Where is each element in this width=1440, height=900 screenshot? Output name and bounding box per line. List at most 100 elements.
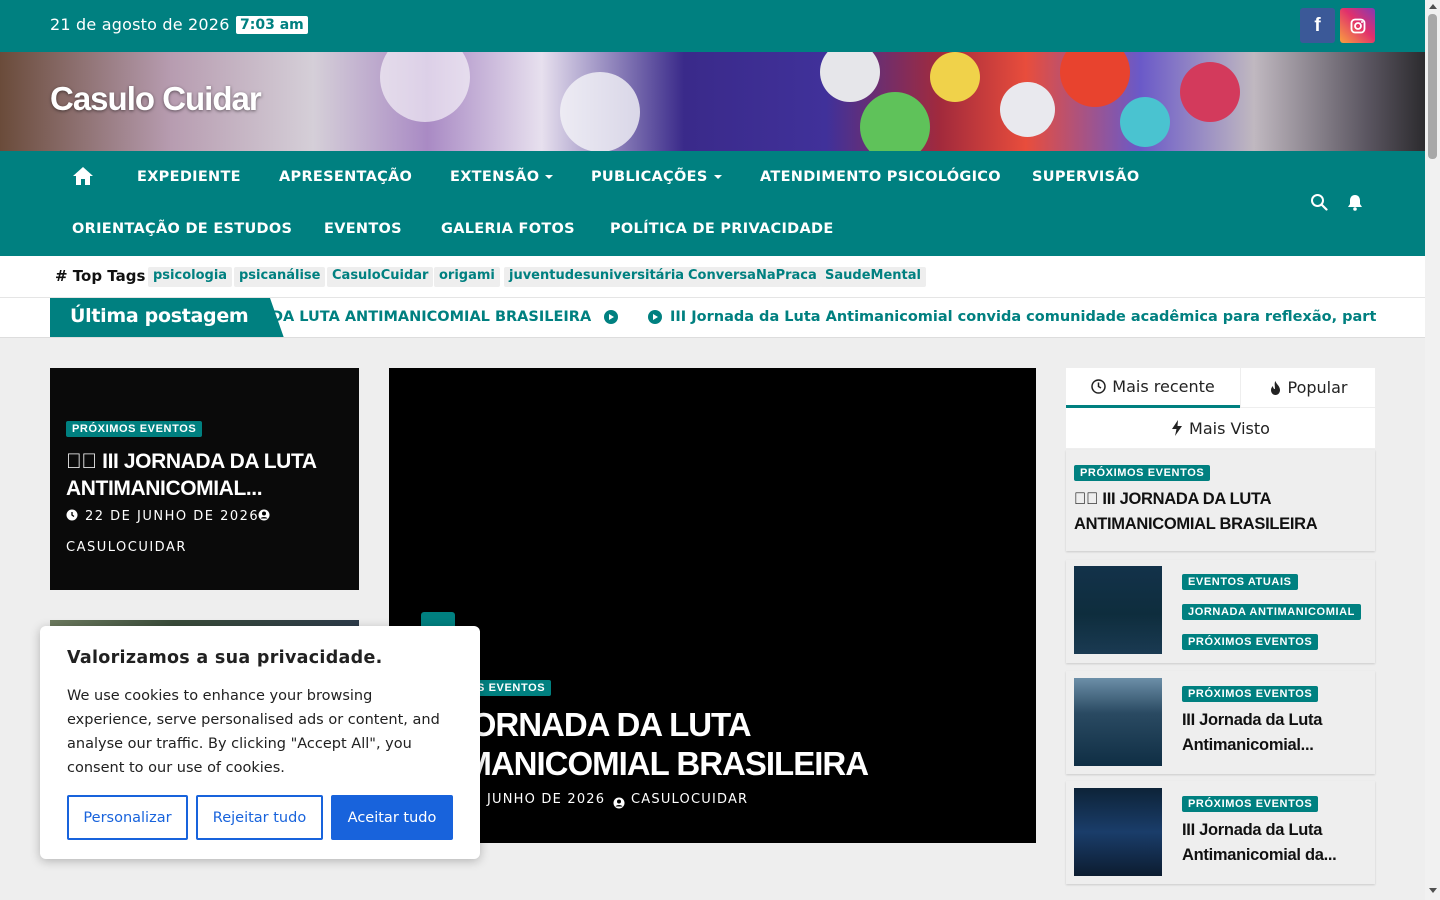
tag-juventudes[interactable]: juventudesuniversitária: [504, 267, 690, 287]
tag-conversanapraca[interactable]: ConversaNaPraca: [683, 267, 822, 287]
tag-origami[interactable]: origami: [434, 267, 500, 287]
ticker-fade: [1376, 298, 1425, 337]
banner-decoration: [930, 52, 980, 102]
post-thumbnail[interactable]: [1074, 566, 1162, 654]
post-title[interactable]: 􏿾􏿾 III JORNADA DA LUTA ANTIMANICOMIAL BR…: [1074, 487, 1369, 537]
tab-mais-visto[interactable]: Mais Visto: [1066, 408, 1375, 448]
current-time: 7:03 am: [236, 16, 308, 34]
sidebar-post[interactable]: PRÓXIMOS EVENTOS III Jornada da Luta Ant…: [1066, 781, 1375, 884]
nav-item-supervisao[interactable]: SUPERVISÃO: [1032, 169, 1140, 185]
banner-decoration: [380, 52, 470, 122]
tab-popular[interactable]: Popular: [1240, 368, 1375, 408]
page-scrollbar[interactable]: [1425, 0, 1440, 900]
sidebar-post[interactable]: EVENTOS ATUAIS JORNADA ANTIMANICOMIAL PR…: [1066, 560, 1375, 663]
category-badge[interactable]: S EVENTOS: [471, 680, 552, 696]
featured-author[interactable]: CASULOCUIDAR: [631, 792, 748, 807]
banner-decoration: [1000, 82, 1055, 137]
instagram-icon[interactable]: [1340, 8, 1375, 43]
arrow-circle-icon: [648, 310, 662, 324]
bolt-icon: [1172, 420, 1183, 436]
nav-item-atendimento[interactable]: ATENDIMENTO PSICOLÓGICO: [760, 169, 1001, 185]
category-badge[interactable]: EVENTOS ATUAIS: [1182, 574, 1298, 590]
featured-date[interactable]: JUNHO DE 2026: [487, 792, 605, 807]
user-icon: [613, 797, 625, 813]
banner-decoration: [820, 52, 880, 102]
post-title[interactable]: III Jornada da Luta Antimanicomial...: [1182, 708, 1352, 758]
tab-label: Popular: [1287, 378, 1348, 397]
customize-button[interactable]: Personalizar: [67, 795, 188, 840]
scroll-down-icon[interactable]: [1429, 888, 1437, 893]
tag-psicanalise[interactable]: psicanálise: [234, 267, 326, 287]
category-badge[interactable]: PRÓXIMOS EVENTOS: [1182, 796, 1319, 812]
current-date: 21 de agosto de 2026: [50, 15, 230, 34]
cookie-consent-banner: Valorizamos a sua privacidade. We use co…: [40, 626, 480, 859]
nav-item-extensao[interactable]: EXTENSÃO: [450, 169, 554, 185]
tab-label: Mais Visto: [1189, 418, 1270, 438]
facebook-icon[interactable]: f: [1300, 8, 1335, 43]
chevron-down-icon: [713, 175, 722, 179]
top-tags-heading: # Top Tags: [55, 267, 146, 285]
search-icon[interactable]: [1310, 193, 1328, 215]
post-thumbnail[interactable]: [1074, 788, 1162, 876]
post-date[interactable]: 22 DE JUNHO DE 2026: [85, 509, 259, 524]
featured-post[interactable]: S EVENTOS I JORNADA DA LUTA TIMANICOMIAL…: [389, 368, 1036, 843]
banner-decoration: [1180, 62, 1240, 122]
clock-icon: [1091, 379, 1107, 394]
arrow-circle-icon: [604, 310, 618, 324]
cookie-text: We use cookies to enhance your browsing …: [67, 688, 440, 776]
tab-label: Mais recente: [1112, 377, 1215, 396]
top-tags-bar: # Top Tags psicologia psicanálise Casulo…: [0, 256, 1425, 298]
accept-all-button[interactable]: Aceitar tudo: [331, 795, 453, 840]
tag-casulocuidar[interactable]: CasuloCuidar: [327, 267, 434, 287]
nav-item-expediente[interactable]: EXPEDIENTE: [137, 169, 241, 185]
post-thumbnail[interactable]: [1074, 678, 1162, 766]
user-icon: [258, 509, 270, 525]
scroll-up-icon[interactable]: [1429, 4, 1437, 9]
ticker-item[interactable]: DA LUTA ANTIMANICOMIAL BRASILEIRA: [271, 309, 591, 325]
category-badge[interactable]: PRÓXIMOS EVENTOS: [1182, 634, 1319, 650]
tag-saudemental[interactable]: SaudeMental: [820, 267, 926, 287]
banner-decoration: [560, 72, 640, 151]
sidebar-post[interactable]: PRÓXIMOS EVENTOS III Jornada da Luta Ant…: [1066, 671, 1375, 774]
category-badge[interactable]: PRÓXIMOS EVENTOS: [1074, 465, 1211, 481]
ticker-item[interactable]: III Jornada da Luta Antimanicomial convi…: [670, 309, 1405, 325]
bell-icon[interactable]: [1347, 194, 1363, 215]
top-bar: 21 de agosto de 2026 7:03 am f: [0, 0, 1425, 52]
main-navigation: EXPEDIENTE APRESENTAÇÃO EXTENSÃO PUBLICA…: [0, 151, 1425, 256]
nav-item-orientacao[interactable]: ORIENTAÇÃO DE ESTUDOS: [72, 221, 292, 237]
nav-item-privacidade[interactable]: POLÍTICA DE PRIVACIDADE: [610, 221, 834, 237]
nav-item-publicacoes-label: PUBLICAÇÕES: [591, 169, 708, 185]
latest-post-ticker: DA LUTA ANTIMANICOMIAL BRASILEIRA III Jo…: [0, 298, 1425, 338]
featured-title-line: I JORNADA DA LUTA: [437, 706, 752, 743]
scrollbar-thumb[interactable]: [1428, 14, 1437, 159]
nav-item-galeria[interactable]: GALERIA FOTOS: [441, 221, 575, 237]
home-icon[interactable]: [72, 166, 94, 186]
nav-item-extensao-label: EXTENSÃO: [450, 169, 540, 185]
featured-title-line: TIMANICOMIAL BRASILEIRA: [437, 745, 869, 782]
nav-item-eventos[interactable]: EVENTOS: [324, 221, 402, 237]
banner-decoration: [1060, 52, 1130, 107]
post-card[interactable]: PRÓXIMOS EVENTOS 􏿾􏿾 III JORNADA DA LUTA …: [50, 368, 359, 590]
post-title[interactable]: 􏿾􏿾 III JORNADA DA LUTA ANTIMANICOMIAL...: [66, 448, 351, 502]
fire-icon: [1270, 380, 1280, 395]
ticker-label: Última postagem: [50, 298, 284, 337]
site-title[interactable]: Casulo Cuidar: [50, 80, 262, 118]
category-badge[interactable]: JORNADA ANTIMANICOMIAL: [1182, 604, 1361, 620]
reject-all-button[interactable]: Rejeitar tudo: [196, 795, 323, 840]
clock-icon: [66, 509, 78, 525]
category-badge[interactable]: PRÓXIMOS EVENTOS: [1182, 686, 1319, 702]
sidebar-post[interactable]: PRÓXIMOS EVENTOS 􏿾􏿾 III JORNADA DA LUTA …: [1066, 450, 1375, 551]
featured-title[interactable]: I JORNADA DA LUTA TIMANICOMIAL BRASILEIR…: [437, 705, 869, 783]
banner-decoration: [860, 92, 930, 151]
post-author[interactable]: CASULOCUIDAR: [66, 540, 187, 555]
tab-mais-recente[interactable]: Mais recente: [1066, 368, 1240, 408]
sidebar-tabs: Mais recente Popular Mais Visto: [1066, 368, 1375, 448]
nav-item-publicacoes[interactable]: PUBLICAÇÕES: [591, 169, 722, 185]
chevron-down-icon: [545, 175, 554, 179]
nav-item-apresentacao[interactable]: APRESENTAÇÃO: [279, 169, 412, 185]
category-badge[interactable]: PRÓXIMOS EVENTOS: [66, 421, 203, 437]
tag-psicologia[interactable]: psicologia: [148, 267, 233, 287]
cookie-heading: Valorizamos a sua privacidade.: [67, 648, 383, 668]
post-title[interactable]: III Jornada da Luta Antimanicomial da...: [1182, 818, 1352, 868]
banner-decoration: [1120, 97, 1170, 147]
